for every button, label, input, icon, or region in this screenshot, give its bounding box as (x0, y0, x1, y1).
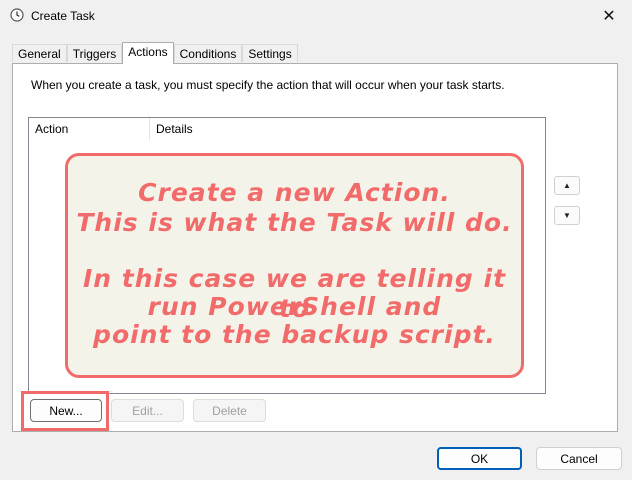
tab-actions[interactable]: Actions (122, 42, 174, 64)
move-down-button[interactable]: ▼ (554, 206, 580, 225)
tab-general[interactable]: General (12, 44, 67, 62)
arrow-up-icon: ▲ (563, 181, 571, 190)
annotation-line: This is what the Task will do. (76, 208, 513, 237)
close-icon: ✕ (602, 8, 616, 25)
title-bar: Create Task ✕ (0, 0, 632, 32)
arrow-down-icon: ▼ (563, 211, 571, 220)
annotation-line: Create a new Action. (138, 178, 451, 207)
tab-strip: General Triggers Actions Conditions Sett… (12, 42, 298, 64)
clock-icon (10, 8, 24, 22)
move-up-button[interactable]: ▲ (554, 176, 580, 195)
new-button-highlight (21, 391, 109, 431)
actions-description: When you create a task, you must specify… (31, 78, 505, 92)
edit-action-button[interactable]: Edit... (111, 399, 184, 422)
column-header-details[interactable]: Details (150, 118, 270, 140)
window-title: Create Task (31, 9, 95, 23)
annotation-line: point to the backup script. (93, 320, 496, 349)
close-button[interactable]: ✕ (586, 0, 632, 32)
tab-triggers[interactable]: Triggers (66, 44, 123, 62)
cancel-button[interactable]: Cancel (536, 447, 622, 470)
annotation-line: run PowerShell and (147, 292, 442, 321)
ok-button[interactable]: OK (437, 447, 522, 470)
tab-conditions[interactable]: Conditions (173, 44, 243, 62)
delete-action-button[interactable]: Delete (193, 399, 266, 422)
annotation-callout: Create a new Action. This is what the Ta… (65, 153, 524, 378)
tab-settings[interactable]: Settings (242, 44, 298, 62)
column-header-action[interactable]: Action (29, 118, 150, 140)
